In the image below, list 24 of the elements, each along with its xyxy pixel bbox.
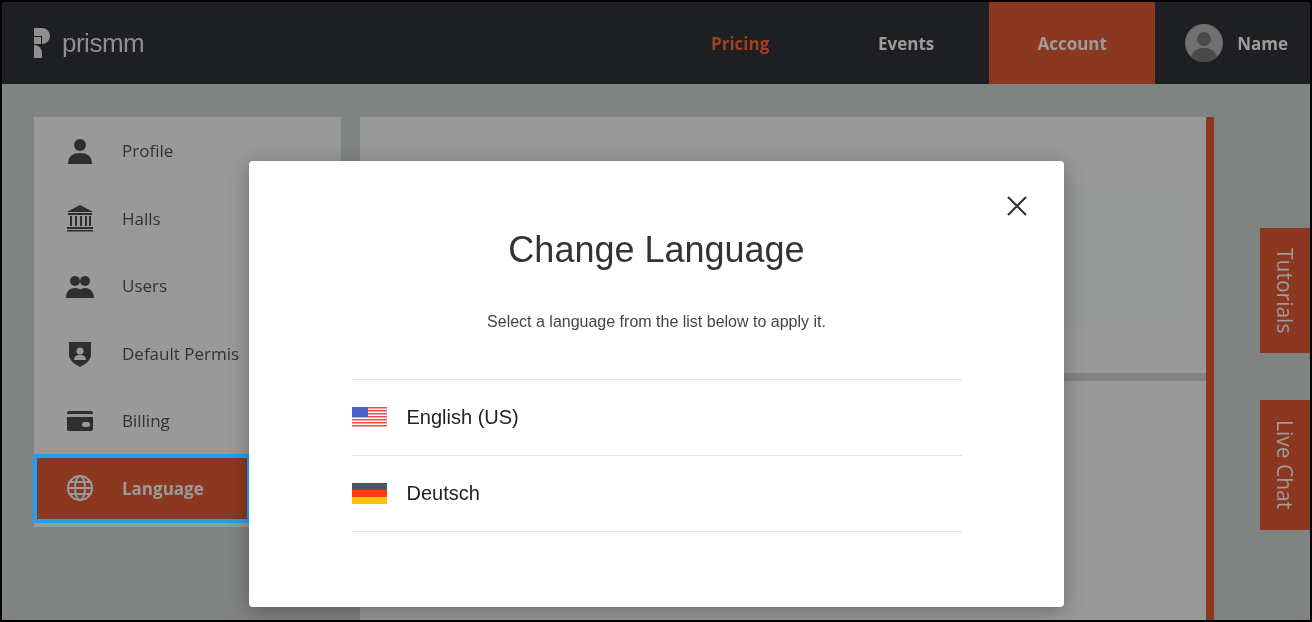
nav-tab[interactable]: Pricing [657,2,824,84]
nav-tab[interactable]: Events [823,2,990,84]
sidebar-item[interactable]: Profile [34,117,341,185]
nav-tab[interactable]: Account [989,2,1156,84]
person-icon [66,136,94,165]
close-icon[interactable] [1006,195,1028,217]
us-flag-icon [351,407,387,428]
shield-icon [66,339,94,368]
logo-text: prismm [62,27,145,59]
bank-icon [66,204,94,233]
globe-icon [66,474,94,503]
side-tab[interactable]: Live Chat [1260,400,1310,530]
logo-icon [34,28,52,58]
sidebar-item[interactable]: Users [34,252,341,320]
language-option[interactable]: Deutsch [351,456,962,532]
language-option[interactable]: English (US) [351,380,962,456]
german-flag-icon [351,483,387,504]
avatar-icon[interactable] [1185,24,1224,62]
user-name[interactable]: Name [1237,31,1288,55]
dialog-message: Select a language from the list below to apply it. [487,313,826,331]
side-tab[interactable]: Tutorials [1260,228,1310,354]
dialog-title: Change Language [508,229,805,271]
sidebar-item[interactable]: Halls [34,184,341,252]
sidebar-item[interactable]: Language [34,454,250,522]
